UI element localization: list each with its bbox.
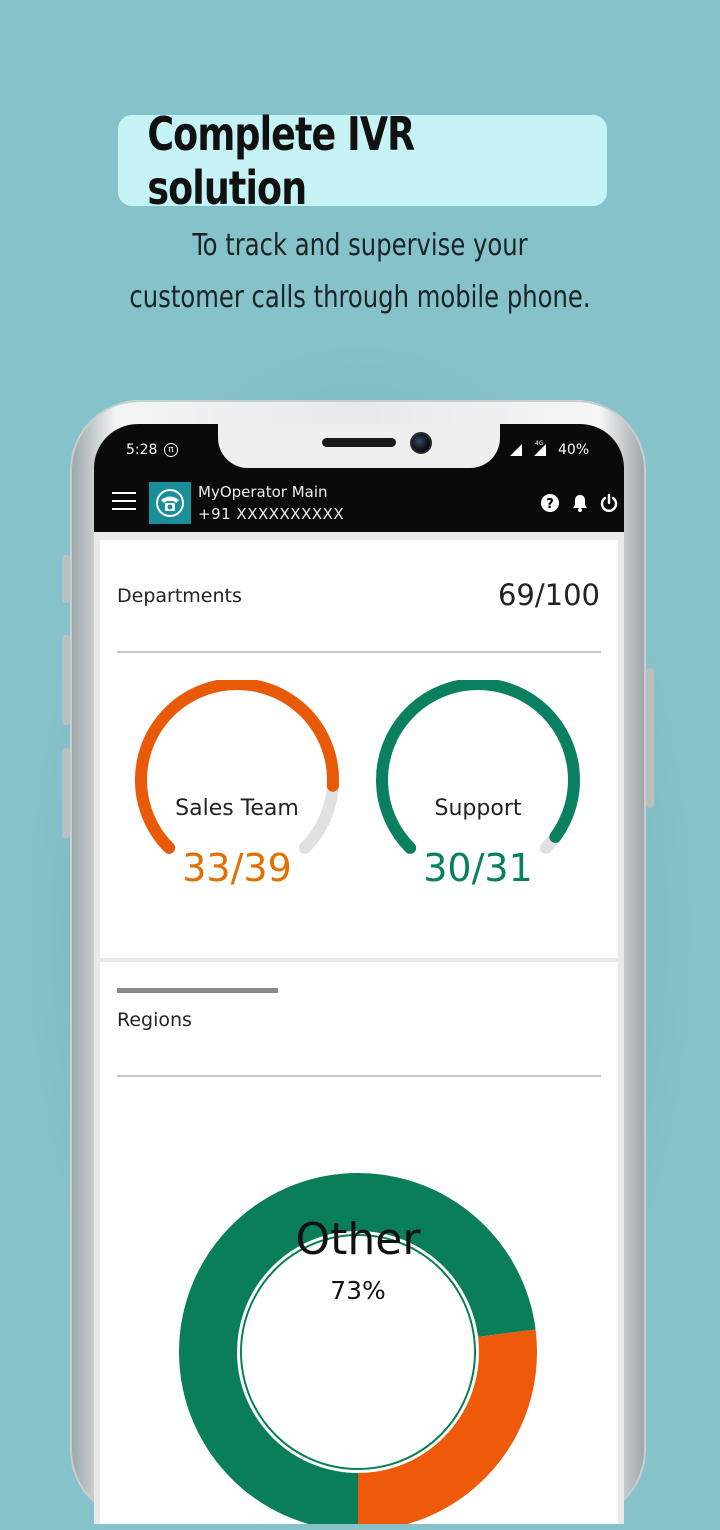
gauges-chart: [135, 680, 580, 854]
departments-label: Departments: [117, 585, 242, 607]
regions-top-bar: [117, 988, 278, 993]
departments-card: Departments 69/100 Sales Team 33/39 Supp…: [100, 540, 618, 958]
donut-inner-ring: [240, 1234, 476, 1470]
gauge-value-sales: 33/39: [182, 846, 292, 890]
help-icon[interactable]: ?: [540, 493, 560, 513]
headline: Complete IVR solution: [147, 106, 415, 215]
gauge-arc-1: [376, 680, 580, 854]
donut-center-value: 73%: [330, 1276, 386, 1305]
wifi-signal-icon: [510, 444, 522, 456]
regions-label: Regions: [117, 1009, 192, 1031]
subtitle-line-1: To track and supervise your: [192, 228, 528, 263]
subtitle: To track and supervise your customer cal…: [90, 220, 630, 324]
battery-level: 40%: [558, 442, 590, 458]
pi-icon: π: [164, 443, 178, 457]
app-title: MyOperator Main: [198, 483, 328, 501]
app-bar: MyOperator Main +91 XXXXXXXXXX ?: [94, 478, 624, 532]
regions-divider: [117, 1075, 601, 1077]
volume-button-up: [62, 555, 70, 603]
power-icon[interactable]: [599, 493, 619, 513]
headline-box: Complete IVR solution: [118, 107, 607, 215]
network-type: 4G: [535, 440, 544, 447]
status-bar: 5:28 π 4G 40%: [94, 424, 624, 478]
gauge-label-sales: Sales Team: [175, 796, 299, 821]
camera: [410, 432, 432, 454]
phone-logo-icon: [149, 482, 191, 524]
speaker: [322, 438, 396, 447]
svg-text:?: ?: [546, 497, 554, 512]
power-button: [646, 668, 654, 808]
menu-icon[interactable]: [112, 492, 136, 510]
app-number: +91 XXXXXXXXXX: [198, 505, 345, 523]
volume-button-mid: [62, 635, 70, 725]
donut-center-title: Other: [295, 1214, 421, 1265]
departments-count: 69/100: [497, 578, 600, 612]
status-time: 5:28: [126, 442, 158, 458]
subtitle-line-2: customer calls through mobile phone.: [129, 280, 591, 315]
phone-screen: 5:28 π 4G 40% MyOperator Main +91 XXXXXX…: [94, 424, 624, 1524]
gauge-value-support: 30/31: [423, 846, 533, 890]
departments-divider: [117, 651, 601, 653]
gauge-arc-0: [135, 680, 339, 854]
gauge-label-support: Support: [434, 796, 522, 821]
bell-icon[interactable]: [570, 493, 590, 513]
volume-button-down: [62, 748, 70, 838]
